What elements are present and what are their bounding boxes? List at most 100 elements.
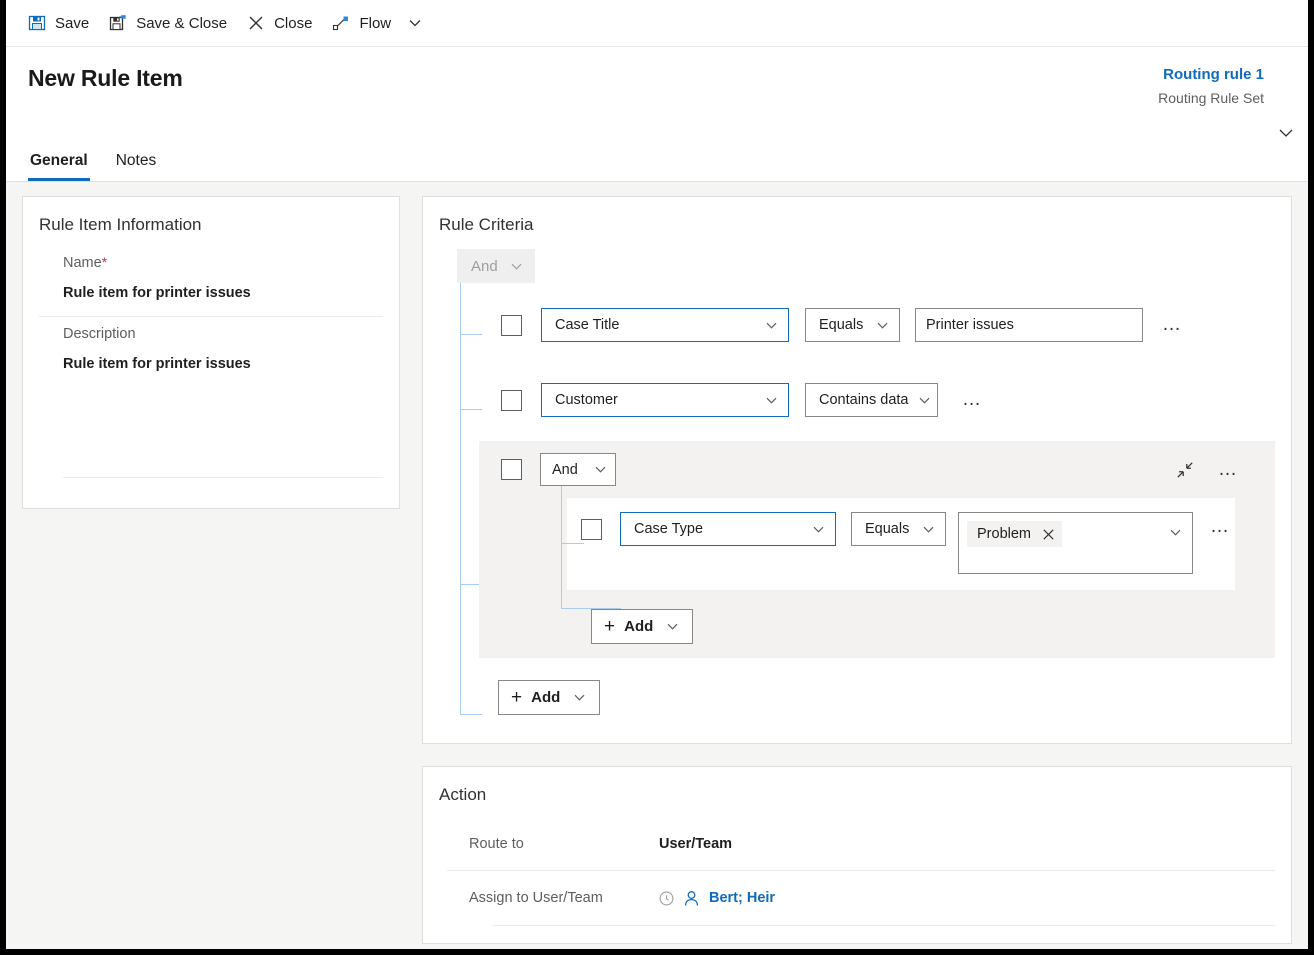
chevron-down-icon bbox=[908, 394, 931, 407]
criteria-field-value: Case Type bbox=[634, 521, 704, 537]
criteria-value-input[interactable]: Printer issues bbox=[915, 308, 1143, 342]
criteria-field-value: Case Title bbox=[555, 317, 620, 333]
chevron-down-icon bbox=[866, 319, 889, 332]
rule-criteria-title: Rule Criteria bbox=[439, 215, 534, 234]
criteria-field-select[interactable]: Customer bbox=[541, 383, 789, 417]
tab-general[interactable]: General bbox=[28, 146, 90, 181]
criteria-group-actions: … bbox=[1176, 460, 1275, 479]
form-tabs: General Notes bbox=[28, 146, 182, 181]
criteria-operator-select[interactable]: Contains data bbox=[805, 383, 938, 417]
chevron-down-icon bbox=[510, 260, 523, 273]
name-field: Name* Rule item for printer issues bbox=[39, 245, 383, 317]
rule-criteria-card: Rule Criteria And Case Title Equals Prin… bbox=[422, 196, 1292, 744]
command-bar-overflow-button[interactable] bbox=[401, 4, 429, 42]
name-field-label: Name* bbox=[63, 254, 108, 271]
save-and-close-button-label: Save & Close bbox=[136, 14, 228, 32]
criteria-field-select[interactable]: Case Type bbox=[620, 512, 836, 546]
action-card: Action Route to User/Team Assign to User… bbox=[422, 766, 1292, 944]
group-operator-dropdown[interactable]: And bbox=[540, 453, 616, 486]
chevron-down-icon bbox=[573, 691, 586, 704]
criteria-operator-value: Contains data bbox=[819, 392, 909, 408]
criteria-operator-select[interactable]: Equals bbox=[805, 308, 900, 342]
assign-to-row: Assign to User/Team Bert; Heir bbox=[447, 871, 1275, 925]
recent-clock-icon bbox=[659, 891, 674, 906]
action-body: Route to User/Team Assign to User/Team B… bbox=[423, 807, 1291, 926]
close-button-label: Close bbox=[274, 14, 313, 32]
chevron-down-icon bbox=[594, 463, 607, 476]
group-tree-branch-line bbox=[561, 608, 621, 609]
remove-tag-icon[interactable] bbox=[1043, 528, 1054, 540]
person-icon bbox=[683, 890, 700, 907]
root-operator-label: And bbox=[471, 257, 498, 275]
criteria-row-checkbox[interactable] bbox=[501, 314, 522, 336]
criteria-value-multiselect[interactable]: Problem bbox=[958, 512, 1193, 574]
chevron-down-icon bbox=[666, 620, 679, 633]
criteria-add-button[interactable]: + Add bbox=[498, 680, 601, 715]
tab-notes[interactable]: Notes bbox=[114, 146, 159, 181]
close-button[interactable]: Close bbox=[237, 3, 322, 43]
selected-value-tag: Problem bbox=[967, 521, 1062, 547]
app-window: Save Save & Close Close Flow New Rule It… bbox=[0, 0, 1314, 955]
rule-criteria-body: And Case Title Equals Printer issues … C… bbox=[423, 237, 1291, 715]
group-tree-branch-line bbox=[561, 543, 584, 544]
save-button[interactable]: Save bbox=[18, 3, 99, 43]
assign-to-label: Assign to User/Team bbox=[469, 890, 603, 906]
form-body: Rule Item Information Name* Rule item fo… bbox=[6, 182, 1308, 949]
criteria-value-text: Printer issues bbox=[926, 317, 1014, 333]
action-divider bbox=[493, 925, 1275, 926]
criteria-row: Case Type Equals Problem … bbox=[567, 498, 1235, 590]
chevron-down-icon bbox=[408, 16, 422, 30]
tree-trunk-line bbox=[460, 283, 461, 714]
criteria-group-more-button[interactable]: … bbox=[1214, 460, 1243, 479]
flow-icon bbox=[332, 14, 350, 32]
left-spacer bbox=[39, 387, 383, 477]
save-and-close-button[interactable]: Save & Close bbox=[99, 3, 237, 43]
criteria-row-more-button[interactable]: … bbox=[958, 390, 987, 409]
criteria-operator-value: Equals bbox=[819, 317, 864, 333]
route-to-row: Route to User/Team bbox=[447, 817, 1275, 871]
criteria-row-checkbox[interactable] bbox=[501, 389, 522, 411]
group-tree-trunk-line bbox=[561, 486, 562, 609]
criteria-group-header: And … bbox=[479, 453, 1275, 486]
criteria-group-checkbox[interactable] bbox=[501, 459, 522, 480]
name-field-value[interactable]: Rule item for printer issues bbox=[63, 274, 383, 316]
root-operator-dropdown[interactable]: And bbox=[457, 249, 535, 283]
group-operator-label: And bbox=[552, 461, 578, 478]
route-to-value[interactable]: User/Team bbox=[659, 836, 732, 852]
criteria-add-row: + Add bbox=[439, 680, 1291, 715]
close-x-icon bbox=[247, 14, 265, 32]
plus-icon: + bbox=[511, 687, 523, 708]
collapse-icon[interactable] bbox=[1176, 461, 1194, 479]
tab-notes-label: Notes bbox=[115, 152, 157, 169]
description-field: Description Rule item for printer issues bbox=[39, 317, 383, 387]
routing-rule-entity-label: Routing Rule Set bbox=[1158, 90, 1264, 106]
chevron-down-icon bbox=[765, 394, 778, 407]
criteria-operator-select[interactable]: Equals bbox=[851, 512, 946, 546]
criteria-row-more-button[interactable]: … bbox=[1206, 517, 1235, 536]
routing-rule-link[interactable]: Routing rule 1 bbox=[1158, 65, 1264, 85]
criteria-field-value: Customer bbox=[555, 392, 618, 408]
criteria-row: Case Title Equals Printer issues … bbox=[439, 308, 1291, 342]
assign-to-lookup[interactable]: Bert; Heir bbox=[659, 890, 775, 907]
chevron-down-icon bbox=[1277, 124, 1295, 142]
rule-item-information-title: Rule Item Information bbox=[39, 215, 202, 234]
criteria-row-more-button[interactable]: … bbox=[1158, 315, 1187, 334]
criteria-row-checkbox[interactable] bbox=[581, 519, 602, 540]
header-expand-button[interactable] bbox=[1272, 119, 1300, 147]
group-add-button[interactable]: + Add bbox=[591, 609, 694, 644]
chevron-down-icon bbox=[765, 319, 778, 332]
group-add-button-label: Add bbox=[624, 618, 654, 635]
page-title: New Rule Item bbox=[28, 65, 183, 91]
rule-item-information-card: Rule Item Information Name* Rule item fo… bbox=[22, 196, 400, 509]
record-context: Routing rule 1 Routing Rule Set bbox=[1158, 65, 1264, 108]
flow-button[interactable]: Flow bbox=[322, 3, 401, 43]
tree-branch-line bbox=[460, 714, 482, 715]
required-marker: * bbox=[101, 254, 108, 270]
save-and-close-icon bbox=[109, 14, 127, 32]
criteria-add-button-label: Add bbox=[531, 689, 561, 706]
flow-button-label: Flow bbox=[359, 14, 392, 32]
page-header: New Rule Item Routing rule 1 Routing Rul… bbox=[6, 47, 1308, 182]
assign-to-value[interactable]: Bert; Heir bbox=[709, 890, 775, 906]
description-field-value[interactable]: Rule item for printer issues bbox=[63, 345, 383, 387]
criteria-field-select[interactable]: Case Title bbox=[541, 308, 789, 342]
